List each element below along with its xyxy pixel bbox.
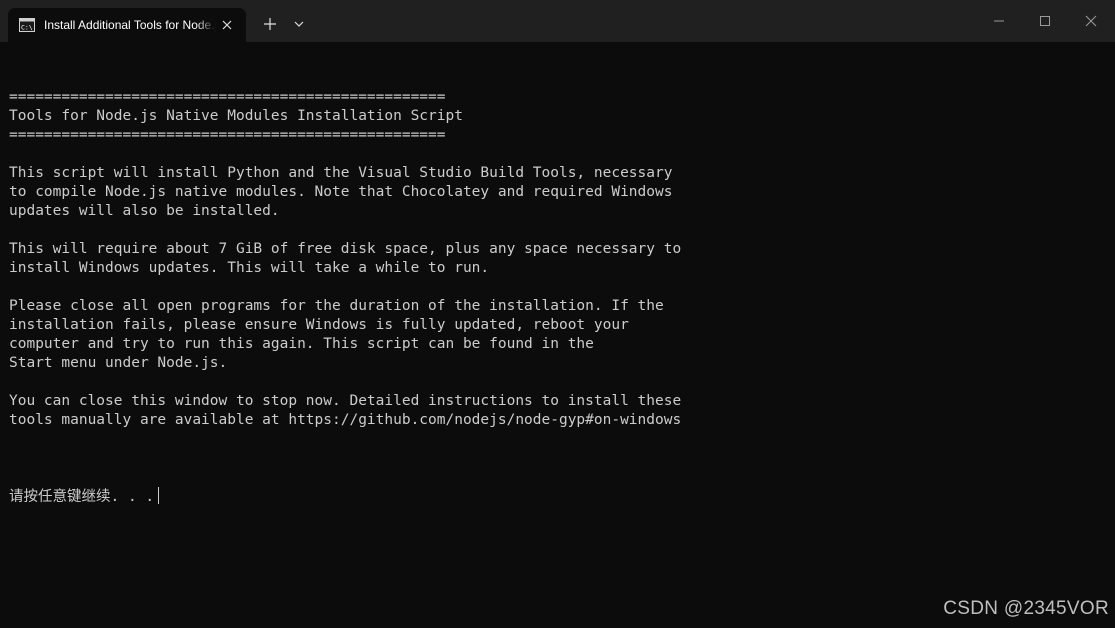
terminal-line: ========================================…	[9, 89, 446, 105]
new-tab-icon[interactable]	[260, 14, 280, 34]
terminal-line: install Windows updates. This will take …	[9, 260, 490, 276]
terminal-line: Please close all open programs for the d…	[9, 298, 664, 314]
terminal-line: installation fails, please ensure Window…	[9, 317, 629, 333]
prompt-text: 请按任意键继续. . .	[9, 489, 155, 505]
prompt-line: 请按任意键继续. . .	[9, 487, 1104, 506]
tab-active[interactable]: C:\ Install Additional Tools for Node.js	[8, 8, 246, 42]
terminal-line: to compile Node.js native modules. Note …	[9, 184, 673, 200]
minimize-icon	[994, 20, 1004, 22]
maximize-icon	[1040, 16, 1050, 26]
close-icon	[1085, 15, 1097, 27]
chevron-down-icon[interactable]	[291, 16, 307, 32]
tab-title: Install Additional Tools for Node.js	[44, 18, 216, 32]
terminal-line: tools manually are available at https://…	[9, 412, 682, 428]
terminal-line: Tools for Node.js Native Modules Install…	[9, 108, 463, 124]
terminal-line: Start menu under Node.js.	[9, 355, 228, 371]
terminal-lines: ========================================…	[9, 88, 1104, 449]
title-bar: C:\ Install Additional Tools for Node.js	[0, 0, 1115, 42]
terminal-window: C:\ Install Additional Tools for Node.js	[0, 0, 1115, 628]
watermark: CSDN @2345VOR	[943, 598, 1109, 619]
terminal-line: This script will install Python and the …	[9, 165, 673, 181]
terminal-line: ========================================…	[9, 127, 446, 143]
maximize-button[interactable]	[1022, 0, 1068, 42]
terminal-output[interactable]: ========================================…	[9, 50, 1104, 610]
svg-text:C:\: C:\	[21, 24, 33, 32]
terminal-line: updates will also be installed.	[9, 203, 280, 219]
close-window-button[interactable]	[1068, 0, 1114, 42]
terminal-line: This will require about 7 GiB of free di…	[9, 241, 682, 257]
terminal-line: You can close this window to stop now. D…	[9, 393, 682, 409]
close-tab-icon[interactable]	[219, 17, 235, 33]
text-cursor	[158, 487, 160, 504]
terminal-line: computer and try to run this again. This…	[9, 336, 594, 352]
minimize-button[interactable]	[976, 0, 1022, 42]
terminal-icon: C:\	[19, 18, 35, 32]
